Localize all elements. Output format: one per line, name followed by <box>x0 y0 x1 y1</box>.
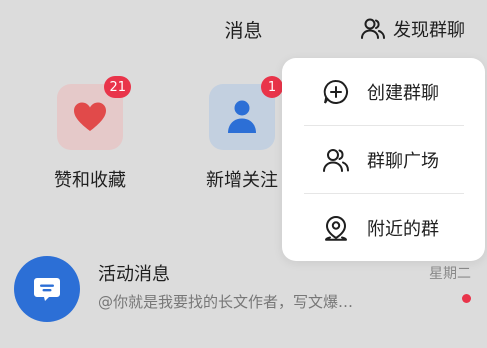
discover-groups-button[interactable]: 发现群聊 <box>360 14 465 44</box>
new-followers-entry[interactable]: 1 新增关注 <box>192 76 292 192</box>
people-icon <box>323 148 349 172</box>
followers-label: 新增关注 <box>206 170 278 191</box>
activity-message-row[interactable]: 活动消息 @你就是我要找的长文作者，写文爆… 星期二 <box>0 254 487 324</box>
likes-label: 赞和收藏 <box>54 170 126 191</box>
menu-label-group-square: 群聊广场 <box>367 150 439 172</box>
activity-time: 星期二 <box>429 266 471 282</box>
likes-badge: 21 <box>104 76 131 98</box>
menu-item-nearby-groups[interactable]: 附近的群 <box>282 194 485 261</box>
menu-label-nearby-groups: 附近的群 <box>367 218 439 240</box>
unread-dot <box>462 294 471 303</box>
message-icon <box>34 278 60 301</box>
activity-preview: @你就是我要找的长文作者，写文爆… <box>98 293 354 311</box>
popup-menu: 创建群聊 群聊广场 附近的群 <box>282 58 485 261</box>
people-icon <box>361 18 385 39</box>
menu-item-create-group[interactable]: 创建群聊 <box>282 58 485 125</box>
menu-label-create-group: 创建群聊 <box>367 82 439 104</box>
followers-badge: 1 <box>261 76 283 98</box>
activity-avatar <box>14 256 80 322</box>
heart-icon <box>74 102 106 131</box>
activity-title: 活动消息 <box>98 264 170 285</box>
likes-favorites-entry[interactable]: 21 赞和收藏 <box>40 76 140 192</box>
followers-tile: 1 <box>209 76 283 150</box>
discover-groups-label: 发现群聊 <box>393 20 465 41</box>
person-icon <box>228 100 256 133</box>
likes-tile: 21 <box>57 76 131 150</box>
location-icon <box>325 215 347 241</box>
chat-plus-icon <box>323 79 348 104</box>
menu-item-group-square[interactable]: 群聊广场 <box>282 126 485 193</box>
